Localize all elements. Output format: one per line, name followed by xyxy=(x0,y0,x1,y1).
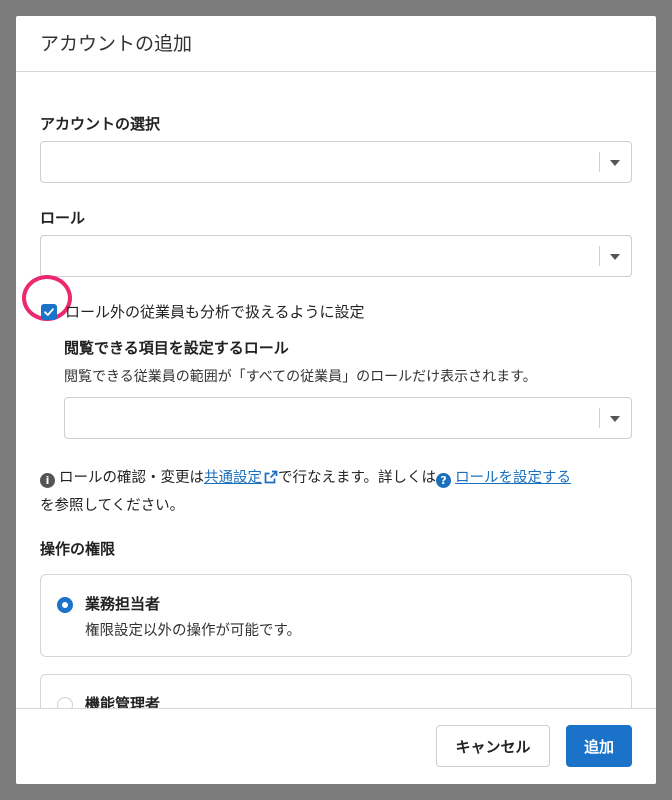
option-title: 業務担当者 xyxy=(85,595,161,613)
role-select-label: ロール xyxy=(40,209,86,227)
chevron-down-icon[interactable] xyxy=(610,254,620,260)
role-settings-link-label[interactable]: ロールを設定する xyxy=(455,470,571,486)
option-description: 権限設定以外の操作が可能です。 xyxy=(85,623,302,639)
info-text-after: を参照してください。 xyxy=(40,498,185,514)
account-select-label: アカウントの選択 xyxy=(40,115,161,133)
dialog-footer: キャンセル 追加 xyxy=(16,708,656,784)
dialog-body[interactable]: アカウントの選択 ロール ロール外の従業員も分析で扱えるように設定 閲覧できる項… xyxy=(16,73,656,709)
add-account-dialog: アカウントの追加 アカウントの選択 ロール ロール外の従業員も分析で扱えるように… xyxy=(16,16,656,784)
radio-operator[interactable] xyxy=(57,597,73,613)
role-for-items-select[interactable] xyxy=(64,397,632,439)
permissions-label: 操作の権限 xyxy=(40,540,116,558)
role-settings-link[interactable]: ? ロールを設定する xyxy=(436,470,571,488)
common-settings-link-label[interactable]: 共通設定 xyxy=(204,470,262,486)
outside-role-checkbox[interactable] xyxy=(41,304,57,320)
permission-option-admin[interactable]: 機能管理者 xyxy=(40,674,632,709)
role-select[interactable] xyxy=(40,235,632,277)
dialog-title: アカウントの追加 xyxy=(40,33,193,55)
account-select[interactable] xyxy=(40,141,632,183)
select-separator xyxy=(599,408,600,428)
select-separator xyxy=(599,152,600,172)
permission-option-operator[interactable]: 業務担当者 権限設定以外の操作が可能です。 xyxy=(40,574,632,657)
info-text-before: ロールの確認・変更は xyxy=(59,470,204,486)
help-icon: ? xyxy=(436,473,452,488)
option-title: 機能管理者 xyxy=(85,695,161,709)
dialog-header: アカウントの追加 xyxy=(16,16,656,72)
common-settings-link[interactable]: 共通設定 xyxy=(204,470,278,486)
external-link-icon xyxy=(264,470,278,484)
chevron-down-icon[interactable] xyxy=(610,160,620,166)
outside-role-checkbox-label[interactable]: ロール外の従業員も分析で扱えるように設定 xyxy=(65,302,365,322)
select-separator xyxy=(599,246,600,266)
role-for-items-help: 閲覧できる従業員の範囲が「すべての従業員」のロールだけ表示されます。 xyxy=(64,369,537,385)
info-icon: i xyxy=(40,473,55,488)
role-for-items-label: 閲覧できる項目を設定するロール xyxy=(64,339,289,357)
cancel-button[interactable]: キャンセル xyxy=(436,725,550,767)
chevron-down-icon[interactable] xyxy=(610,416,620,422)
add-button[interactable]: 追加 xyxy=(566,725,632,767)
check-icon xyxy=(44,308,54,316)
role-info-text: i ロールの確認・変更は共通設定 で行なえます。詳しくは? ロールを設定するを参照して… xyxy=(40,464,640,520)
info-text-middle: で行なえます。詳しくは xyxy=(278,470,437,486)
